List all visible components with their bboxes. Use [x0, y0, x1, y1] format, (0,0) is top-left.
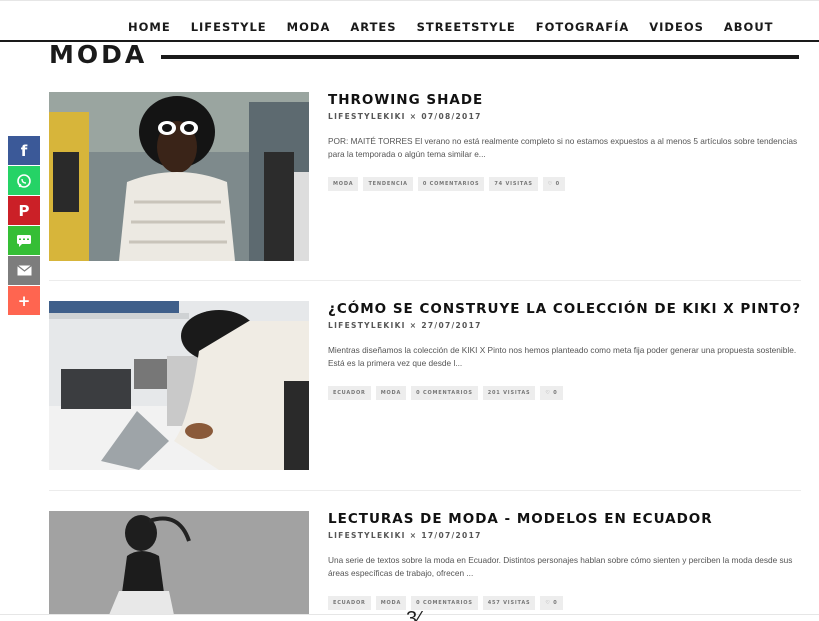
tag-moda[interactable]: MODA	[375, 386, 407, 400]
tag-ecuador[interactable]: ECUADOR	[328, 386, 371, 400]
post-excerpt: Una serie de textos sobre la moda en Ecu…	[328, 555, 793, 578]
post-title[interactable]: LECTURAS DE MODA - MODELOS EN ECUADOR	[328, 511, 803, 527]
nav-item-lifestyle[interactable]: LIFESTYLE	[191, 20, 267, 34]
pinterest-share-button[interactable]: P	[8, 196, 40, 225]
top-navigation: HOME LIFESTYLE MODA ARTES STREETSTYLE FO…	[0, 0, 819, 42]
views-count: 201 VISITAS	[482, 386, 536, 400]
nav-menu: HOME LIFESTYLE MODA ARTES STREETSTYLE FO…	[128, 20, 794, 34]
post-meta: LIFESTYLEKIKI × 27/07/2017	[328, 321, 803, 330]
post-excerpt: Mientras diseñamos la colección de KIKI …	[328, 345, 797, 368]
meta-separator: ×	[409, 321, 418, 330]
like-button[interactable]: ♡ 0	[540, 386, 563, 400]
post-thumbnail[interactable]	[49, 92, 309, 261]
sms-icon	[17, 234, 31, 247]
post-meta: LIFESTYLEKIKI × 17/07/2017	[328, 531, 803, 540]
nav-item-moda[interactable]: MODA	[287, 20, 331, 34]
nav-item-videos[interactable]: VIDEOS	[649, 20, 704, 34]
email-share-button[interactable]	[8, 256, 40, 285]
post-card: LECTURAS DE MODA - MODELOS EN ECUADOR LI…	[49, 511, 801, 615]
post-content: THROWING SHADE LIFESTYLEKIKI × 07/08/2017 …	[328, 92, 803, 191]
nav-item-streetstyle[interactable]: STREETSTYLE	[417, 20, 516, 34]
views-count: 74 VISITAS	[489, 177, 538, 191]
meta-separator: ×	[409, 112, 418, 121]
post-author[interactable]: LIFESTYLEKIKI	[328, 531, 406, 540]
post-content: ¿CÓMO SE CONSTRUYE LA COLECCIÓN DE KIKI …	[328, 301, 803, 400]
page-title: MODA	[49, 40, 148, 69]
post-thumbnail[interactable]	[49, 301, 309, 470]
like-button[interactable]: ♡ 0	[542, 177, 565, 191]
post-excerpt: POR: MAITÉ TORRES El verano no está real…	[328, 136, 798, 159]
pinterest-icon: P	[18, 201, 30, 220]
whatsapp-share-button[interactable]	[8, 166, 40, 195]
tag-moda[interactable]: MODA	[328, 177, 359, 191]
post-date: 17/07/2017	[421, 531, 482, 540]
meta-separator: ×	[409, 531, 418, 540]
post-meta: LIFESTYLEKIKI × 07/08/2017	[328, 112, 803, 121]
facebook-share-button[interactable]: f	[8, 136, 40, 165]
views-count: 457 VISITAS	[482, 596, 536, 610]
more-share-button[interactable]: +	[8, 286, 40, 315]
comments-count[interactable]: 0 COMENTARIOS	[417, 177, 485, 191]
comments-count[interactable]: 0 COMENTARIOS	[411, 386, 478, 400]
nav-item-fotografia[interactable]: FOTOGRAFÍA	[536, 20, 629, 34]
tag-moda[interactable]: MODA	[375, 596, 407, 610]
tag-ecuador[interactable]: ECUADOR	[328, 596, 371, 610]
whatsapp-icon	[17, 173, 31, 188]
post-tags: MODA TENDENCIA 0 COMENTARIOS 74 VISITAS …	[328, 177, 803, 191]
scroll-indicator: 3⁄	[406, 608, 421, 621]
plus-icon: +	[17, 291, 31, 310]
post-title[interactable]: ¿CÓMO SE CONSTRUYE LA COLECCIÓN DE KIKI …	[328, 301, 803, 317]
post-title[interactable]: THROWING SHADE	[328, 92, 803, 108]
post-date: 07/08/2017	[421, 112, 482, 121]
post-tags: ECUADOR MODA 0 COMENTARIOS 201 VISITAS ♡…	[328, 386, 803, 400]
sms-share-button[interactable]	[8, 226, 40, 255]
share-sidebar: f P +	[8, 136, 40, 316]
facebook-icon: f	[20, 141, 28, 160]
like-button[interactable]: ♡ 0	[540, 596, 563, 610]
post-author[interactable]: LIFESTYLEKIKI	[328, 321, 406, 330]
post-divider	[49, 490, 801, 491]
post-card: ¿CÓMO SE CONSTRUYE LA COLECCIÓN DE KIKI …	[49, 301, 801, 471]
title-rule	[161, 55, 799, 59]
post-divider	[49, 280, 801, 281]
post-content: LECTURAS DE MODA - MODELOS EN ECUADOR LI…	[328, 511, 803, 610]
tag-tendencia[interactable]: TENDENCIA	[363, 177, 413, 191]
post-date: 27/07/2017	[421, 321, 482, 330]
nav-item-artes[interactable]: ARTES	[350, 20, 396, 34]
nav-item-home[interactable]: HOME	[128, 20, 171, 34]
post-card: THROWING SHADE LIFESTYLEKIKI × 07/08/2017 …	[49, 92, 801, 262]
post-thumbnail[interactable]	[49, 511, 309, 615]
post-author[interactable]: LIFESTYLEKIKI	[328, 112, 406, 121]
post-tags: ECUADOR MODA 0 COMENTARIOS 457 VISITAS ♡…	[328, 596, 803, 610]
comments-count[interactable]: 0 COMENTARIOS	[411, 596, 478, 610]
nav-item-about[interactable]: ABOUT	[724, 20, 774, 34]
email-icon	[16, 265, 32, 276]
